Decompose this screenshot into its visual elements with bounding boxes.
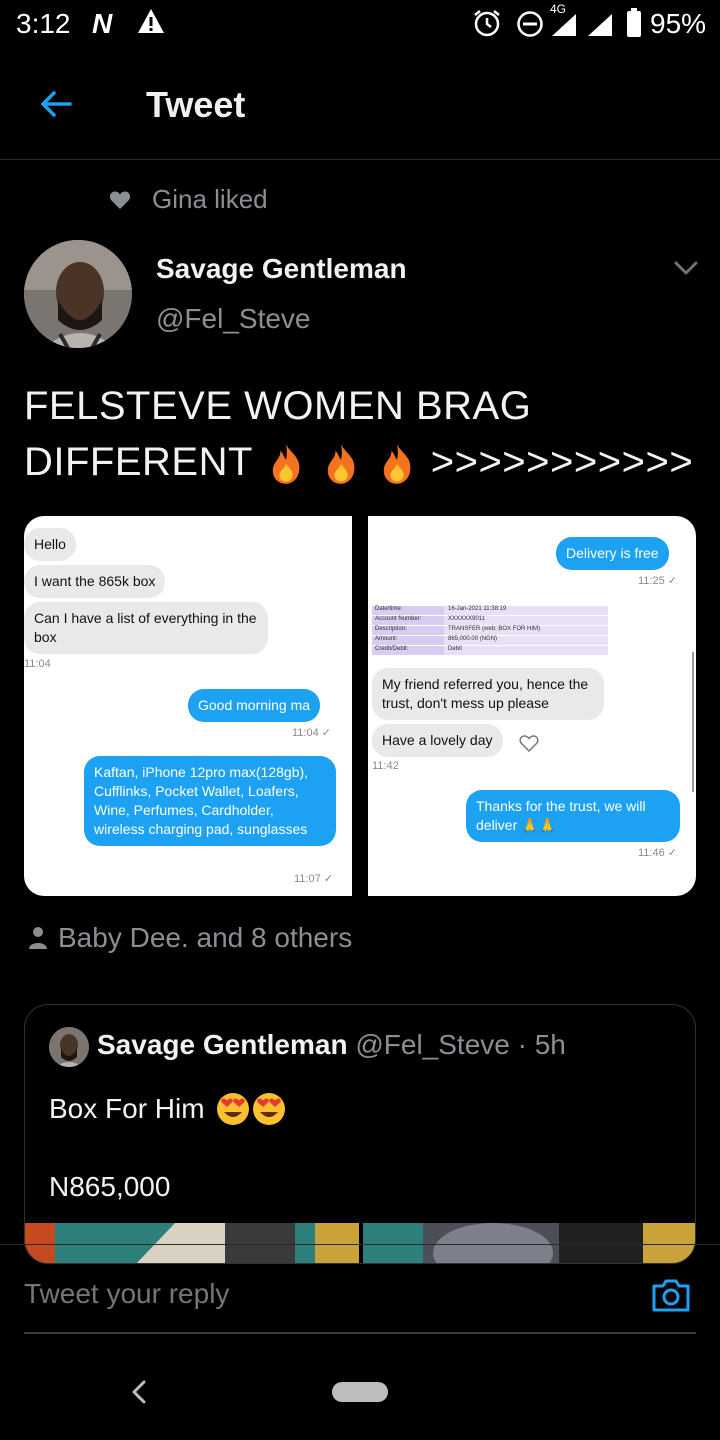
quoted-author-handle: @Fel_Steve — [355, 1029, 510, 1060]
quoted-price: N865,000 — [49, 1171, 171, 1202]
media-image-left[interactable]: Hello I want the 865k box Can I have a l… — [24, 516, 352, 896]
author-name[interactable]: Savage Gentleman — [156, 253, 407, 285]
top-app-bar: Tweet — [0, 52, 720, 160]
reply-underline — [24, 1332, 696, 1334]
liked-by-text: Gina liked — [152, 184, 268, 214]
battery-level: 95% — [650, 8, 707, 39]
tweet-media[interactable]: Hello I want the 865k box Can I have a l… — [24, 516, 696, 896]
home-pill[interactable] — [332, 1382, 388, 1402]
quoted-separator: · — [517, 1029, 527, 1060]
quoted-body: Box For Him — [49, 1093, 205, 1124]
fire-emoji-icon — [272, 444, 300, 485]
reply-bar — [0, 1244, 720, 1334]
author-handle[interactable]: @Fel_Steve — [156, 303, 311, 335]
likes-summary-text: Baby Dee. and 8 others — [58, 922, 353, 953]
chat-bubble-incoming: My friend referred you, hence the trust,… — [372, 668, 604, 720]
chat-timestamp: 11:25 ✓ — [638, 575, 677, 587]
fire-emoji-icon — [383, 444, 411, 485]
scrollbar — [692, 652, 694, 792]
chat-timestamp: 11:04 — [24, 658, 51, 670]
chevron-down-icon[interactable] — [670, 254, 702, 282]
chat-bubble-incoming: Can I have a list of everything in the b… — [24, 602, 268, 654]
heart-eyes-emoji-icon — [216, 1093, 249, 1125]
chat-timestamp: 11:46 ✓ — [638, 847, 677, 859]
battery-icon — [627, 8, 641, 37]
chat-bubble-incoming: I want the 865k box — [24, 565, 166, 598]
quoted-timestamp: 5h — [534, 1029, 566, 1060]
fire-emoji-icon — [328, 444, 355, 485]
chat-timestamp: 11:07 ✓ — [294, 873, 333, 885]
do-not-disturb-icon — [517, 11, 543, 37]
camera-icon[interactable] — [650, 1275, 692, 1315]
chat-bubble-outgoing: Delivery is free — [556, 537, 669, 570]
quoted-tweet[interactable]: Savage Gentleman @Fel_Steve · 5h Box For… — [24, 1004, 696, 1264]
tweet-text: FELSTEVE WOMEN BRAG DIFFERENT >>>>>>>>>>… — [24, 378, 704, 490]
chat-timestamp: 11:04 ✓ — [292, 727, 331, 739]
likes-summary[interactable]: Baby Dee. and 8 others — [28, 922, 352, 954]
fire-emoji-group — [264, 440, 431, 485]
signal-icon — [552, 14, 576, 36]
transfer-receipt: Date/time: 16-Jan-2021 11:38:19 Account N… — [372, 606, 608, 656]
nav-back-icon[interactable] — [128, 1378, 150, 1406]
heart-eyes-emoji-icon — [252, 1093, 285, 1125]
signal-icon — [588, 14, 612, 36]
quoted-avatar — [49, 1027, 89, 1067]
person-icon — [29, 927, 47, 949]
quoted-author-name: Savage Gentleman — [97, 1029, 348, 1060]
warning-icon — [138, 9, 164, 33]
chat-bubble-incoming: Hello — [24, 528, 76, 561]
social-context: Gina liked — [108, 184, 268, 215]
status-bar: 3:12 N 4G 95% — [0, 0, 720, 52]
quoted-text: Box For Him — [49, 1091, 287, 1127]
chat-timestamp: 11:42 — [372, 760, 399, 772]
chat-bubble-outgoing: Good morning ma — [188, 689, 321, 722]
heart-reaction-icon — [519, 735, 539, 753]
reply-input[interactable] — [24, 1278, 624, 1310]
media-image-right[interactable]: Delivery is free 11:25 ✓ Date/time: 16-Ja… — [368, 516, 696, 896]
tweet-suffix: >>>>>>>>>>> — [430, 440, 694, 484]
chat-bubble-incoming: Have a lovely day — [372, 724, 503, 757]
chat-bubble-outgoing: Kaftan, iPhone 12pro max(128gb), Cufflin… — [84, 756, 336, 846]
carrier-n-icon: N — [92, 8, 113, 39]
arrow-left-icon[interactable] — [36, 84, 76, 124]
avatar[interactable] — [24, 240, 132, 348]
quoted-header: Savage Gentleman @Fel_Steve · 5h — [97, 1029, 566, 1061]
alarm-icon — [474, 10, 500, 37]
heart-icon — [109, 191, 131, 209]
chat-bubble-outgoing: Thanks for the trust, we will deliver 🙏🙏 — [466, 790, 680, 842]
page-title: Tweet — [146, 84, 246, 125]
status-time: 3:12 — [16, 8, 71, 39]
